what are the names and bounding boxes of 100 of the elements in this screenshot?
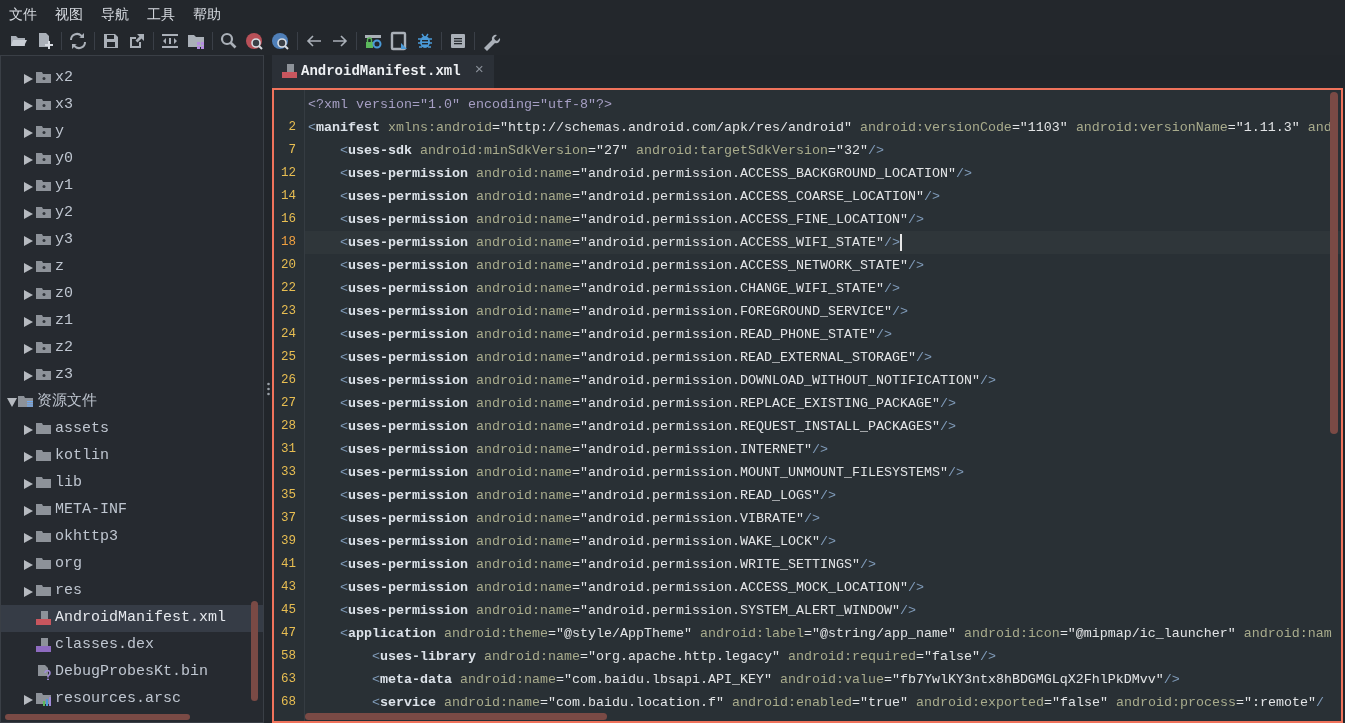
- folder-icon: [36, 557, 51, 572]
- package-folder-icon: [36, 206, 51, 221]
- code-line: <uses-permission android:name="android.permission.SYSTEM_ALERT_WINDOW"/>: [340, 602, 916, 620]
- package-folder-icon: [36, 233, 51, 248]
- tree-item[interactable]: y: [1, 119, 263, 146]
- code-line: <uses-permission android:name="android.permission.READ_EXTERNAL_STORAGE"/>: [340, 349, 932, 367]
- menu-item[interactable]: 导航: [92, 2, 138, 25]
- line-number: 24: [281, 327, 296, 341]
- menu-item[interactable]: 文件: [0, 2, 46, 25]
- menu-item[interactable]: 帮助: [184, 2, 230, 25]
- tree-item[interactable]: DebugProbesKt.bin: [1, 659, 263, 686]
- folder-icon: [36, 422, 51, 437]
- line-number: 45: [281, 603, 296, 617]
- package-folder-icon: [36, 125, 51, 140]
- tree-item[interactable]: y3: [1, 227, 263, 254]
- tree-item[interactable]: org: [1, 551, 263, 578]
- scrollbar[interactable]: [305, 713, 607, 720]
- tree-item[interactable]: 资源文件: [1, 389, 263, 416]
- splitter-handle-icon[interactable]: [266, 382, 270, 396]
- menu-item[interactable]: 视图: [46, 2, 92, 25]
- unknown-file-icon: [36, 665, 51, 680]
- text-cursor: [899, 234, 902, 251]
- tree-item[interactable]: META-INF: [1, 497, 263, 524]
- code-line: <uses-permission android:name="android.permission.ACCESS_FINE_LOCATION"/>: [340, 211, 924, 229]
- package-folder-icon: [36, 179, 51, 194]
- folder-icon: [36, 503, 51, 518]
- file-tab[interactable]: AndroidManifest.xml ×: [272, 55, 494, 88]
- line-number: 26: [281, 373, 296, 387]
- tree-item[interactable]: z: [1, 254, 263, 281]
- line-number: 47: [281, 626, 296, 640]
- tree-item[interactable]: z3: [1, 362, 263, 389]
- line-number: 33: [281, 465, 296, 479]
- tree-item[interactable]: z2: [1, 335, 263, 362]
- package-folder-icon: [36, 98, 51, 113]
- line-number: 25: [281, 350, 296, 364]
- code-line: <uses-permission android:name="android.permission.READ_PHONE_STATE"/>: [340, 326, 892, 344]
- line-number: 39: [281, 534, 296, 548]
- code-line: <uses-permission android:name="android.permission.REQUEST_INSTALL_PACKAGES"/>: [340, 418, 956, 436]
- scrollbar[interactable]: [1330, 92, 1338, 434]
- tree-item[interactable]: x3: [1, 92, 263, 119]
- line-number: 68: [281, 695, 296, 709]
- code-line: <uses-permission android:name="android.permission.ACCESS_NETWORK_STATE"/>: [340, 257, 924, 275]
- folder-icon: [36, 530, 51, 545]
- menu-item[interactable]: 工具: [138, 2, 184, 25]
- code-line: <uses-permission android:name="android.permission.CHANGE_WIFI_STATE"/>: [340, 280, 900, 298]
- tree-item[interactable]: lib: [1, 470, 263, 497]
- tree-item[interactable]: okhttp3: [1, 524, 263, 551]
- line-number: 14: [281, 189, 296, 203]
- tree-item[interactable]: y1: [1, 173, 263, 200]
- tree-item[interactable]: z1: [1, 308, 263, 335]
- tree-item[interactable]: y2: [1, 200, 263, 227]
- package-folder-icon: [36, 314, 51, 329]
- manifest-file-icon: [36, 611, 51, 626]
- code-line: <uses-permission android:name="android.permission.WAKE_LOCK"/>: [340, 533, 836, 551]
- tree-item[interactable]: assets: [1, 416, 263, 443]
- code-line: <uses-permission android:name="android.permission.INTERNET"/>: [340, 441, 828, 459]
- code-line: <uses-permission android:name="android.permission.WRITE_SETTINGS"/>: [340, 556, 876, 574]
- line-number: 23: [281, 304, 296, 318]
- code-line: <uses-permission android:name="android.permission.ACCESS_BACKGROUND_LOCATION"/>: [340, 165, 972, 183]
- line-number: 28: [281, 419, 296, 433]
- code-line: <uses-permission android:name="android.permission.DOWNLOAD_WITHOUT_NOTIFICATION"/>: [340, 372, 996, 390]
- code-line: <uses-permission android:name="android.permission.READ_LOGS"/>: [340, 487, 836, 505]
- code-line: <application android:theme="@style/AppTheme" android:label="@string/app_name" android:icon="@mipmap/ic_launcher" android:nam: [340, 625, 1332, 643]
- line-number: 2: [288, 120, 296, 134]
- package-folder-icon: [36, 287, 51, 302]
- line-number: 18: [281, 235, 296, 249]
- package-folder-icon: [36, 341, 51, 356]
- code-line: <uses-permission android:name="android.permission.ACCESS_WIFI_STATE"/>: [340, 234, 900, 252]
- tree-item[interactable]: y0: [1, 146, 263, 173]
- close-tab-button[interactable]: ×: [474, 60, 484, 83]
- tree-item[interactable]: res: [1, 578, 263, 605]
- line-number: 37: [281, 511, 296, 525]
- scrollbar[interactable]: [5, 714, 190, 720]
- package-folder-icon: [36, 71, 51, 86]
- scrollbar[interactable]: [251, 601, 258, 701]
- code-editor[interactable]: [272, 88, 1343, 723]
- line-number: 16: [281, 212, 296, 226]
- code-line: <uses-sdk android:minSdkVersion="27" android:targetSdkVersion="32"/>: [340, 142, 884, 160]
- tree-item[interactable]: resources.arsc: [1, 686, 263, 713]
- package-folder-icon: [36, 260, 51, 275]
- package-folder-icon: [36, 368, 51, 383]
- line-number: 63: [281, 672, 296, 686]
- code-line: <uses-library android:name="org.apache.http.legacy" android:required="false"/>: [372, 648, 996, 666]
- resource-folder-icon: [18, 395, 33, 410]
- tree-item[interactable]: kotlin: [1, 443, 263, 470]
- code-line: <meta-data android:name="com.baidu.lbsapi.API_KEY" android:value="fb7YwlKY3ntx8hBDGMGLqX2FhlPkDMvv"/>: [372, 671, 1180, 689]
- code-line: <uses-permission android:name="android.permission.REPLACE_EXISTING_PACKAGE"/>: [340, 395, 956, 413]
- folder-icon: [36, 449, 51, 464]
- line-number: 43: [281, 580, 296, 594]
- tree-item[interactable]: x2: [1, 65, 263, 92]
- tree-item[interactable]: z0: [1, 281, 263, 308]
- code-line: <uses-permission android:name="android.permission.ACCESS_MOCK_LOCATION"/>: [340, 579, 924, 597]
- line-number: 7: [288, 143, 296, 157]
- line-number: 58: [281, 649, 296, 663]
- line-number: 31: [281, 442, 296, 456]
- tree-item[interactable]: classes.dex: [1, 632, 263, 659]
- dex-file-icon: [36, 638, 51, 653]
- code-line: <uses-permission android:name="android.permission.VIBRATE"/>: [340, 510, 820, 528]
- line-number: 12: [281, 166, 296, 180]
- tree-item[interactable]: AndroidManifest.xml: [1, 605, 263, 632]
